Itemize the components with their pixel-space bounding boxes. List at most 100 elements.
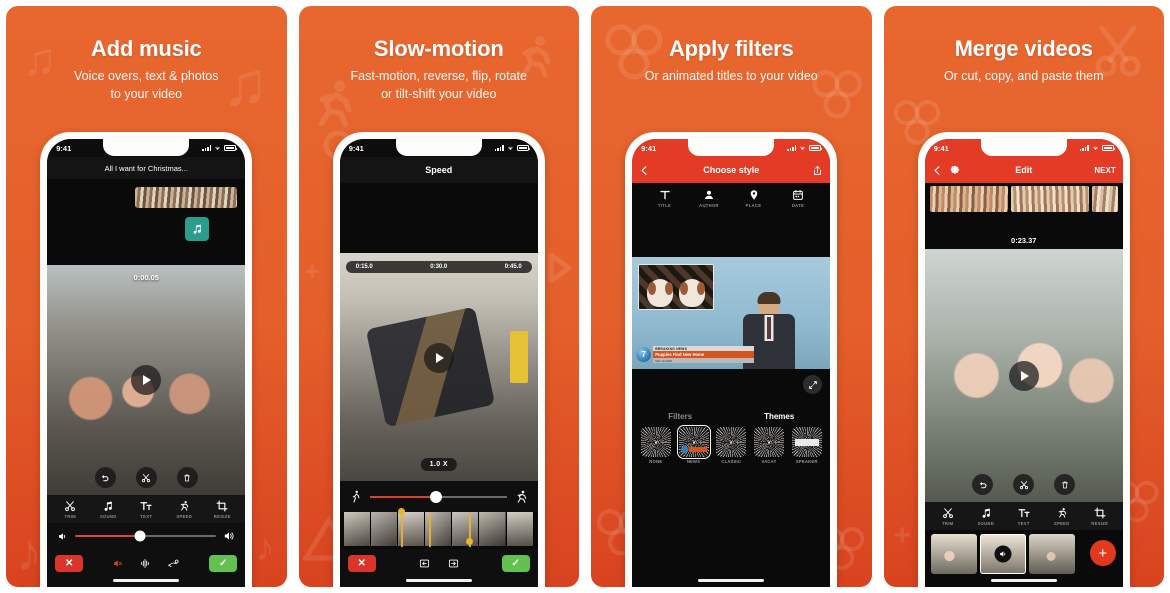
tool-label: SPEED bbox=[176, 514, 193, 520]
cut-button[interactable] bbox=[135, 467, 157, 489]
home-indicator-area bbox=[924, 576, 1123, 587]
video-preview[interactable]: 0:00.05 bbox=[47, 265, 246, 496]
expand-button[interactable] bbox=[803, 375, 823, 394]
tool-resize[interactable]: RESIZE bbox=[1085, 507, 1115, 526]
tool-trim[interactable]: TRIM bbox=[933, 507, 963, 526]
video-track-clip[interactable] bbox=[135, 187, 238, 208]
fade-icon[interactable] bbox=[139, 558, 151, 569]
speed-track[interactable] bbox=[369, 490, 507, 503]
confirm-button[interactable]: ✓ bbox=[209, 555, 238, 573]
cancel-button[interactable]: ✕ bbox=[347, 555, 376, 573]
timecode: 0:23.37 bbox=[1011, 236, 1037, 245]
speed-slider-row[interactable] bbox=[339, 481, 538, 513]
inset-photo bbox=[638, 264, 715, 310]
tab-filters[interactable]: Filters bbox=[668, 412, 692, 421]
tool-text[interactable]: TEXT bbox=[1009, 507, 1039, 526]
style-tab-place[interactable]: PLACE bbox=[739, 189, 769, 208]
timecode: 0:00.05 bbox=[133, 273, 159, 282]
theme-none[interactable]: NONE bbox=[640, 427, 671, 464]
clip-thumbnail[interactable] bbox=[1028, 534, 1075, 575]
video-preview[interactable]: 1.0 X 0:15.0 0:30.0 0:45.0 bbox=[339, 253, 538, 482]
tool-label: RESIZE bbox=[1091, 521, 1109, 527]
tool-sound[interactable]: SOUND bbox=[971, 507, 1001, 526]
trim-right-icon[interactable] bbox=[447, 558, 460, 569]
tool-label: TRIM bbox=[64, 514, 76, 520]
timeline-clip[interactable] bbox=[1091, 186, 1118, 212]
speed-badge[interactable]: 1.0 X bbox=[420, 458, 457, 472]
nav-title: Choose style bbox=[703, 165, 760, 175]
music-note-icon bbox=[982, 509, 990, 519]
cancel-button[interactable]: ✕ bbox=[55, 555, 84, 573]
volume-mute-icon[interactable] bbox=[112, 558, 123, 569]
confirm-button[interactable]: ✓ bbox=[501, 555, 530, 573]
voiceover-icon[interactable] bbox=[167, 558, 180, 569]
theme-vacay[interactable]: VACAY bbox=[754, 427, 785, 464]
runner-icon bbox=[1058, 508, 1066, 518]
play-button[interactable] bbox=[1008, 360, 1039, 391]
style-tab-label: PLACE bbox=[745, 203, 762, 208]
volume-slider-row[interactable] bbox=[47, 523, 246, 550]
editor-toolbar: TRIM SOUND TEXT SPEED RESIZE bbox=[47, 495, 246, 524]
add-clip-button[interactable]: + bbox=[1089, 540, 1116, 567]
delete-button[interactable] bbox=[176, 467, 198, 489]
back-chevron-icon[interactable] bbox=[932, 165, 943, 176]
panel-heading: Add music Voice overs, text & photos to … bbox=[6, 6, 287, 104]
next-button[interactable]: NEXT bbox=[1094, 166, 1115, 175]
filmstrip-area[interactable] bbox=[339, 508, 538, 550]
undo-button[interactable] bbox=[972, 474, 994, 496]
tool-label: SOUND bbox=[977, 521, 995, 527]
wifi-icon bbox=[507, 146, 513, 150]
speed-knob[interactable] bbox=[429, 490, 442, 503]
theme-classic[interactable]: CLASSIC bbox=[716, 427, 747, 464]
clip-thumbnail[interactable] bbox=[930, 534, 977, 575]
tool-resize[interactable]: RESIZE bbox=[207, 500, 237, 519]
app-store-screenshot-gallery: ♫ ♫ ♪ ♪ Add music Voice overs, text & ph… bbox=[0, 0, 1170, 593]
video-preview[interactable] bbox=[924, 249, 1123, 503]
filmstrip[interactable] bbox=[343, 512, 534, 547]
timeline-area[interactable] bbox=[47, 179, 246, 265]
panel-heading: Apply filters Or animated titles to your… bbox=[591, 6, 872, 86]
play-button[interactable] bbox=[423, 343, 454, 374]
style-tab-label: AUTHOR bbox=[699, 203, 719, 208]
volume-knob[interactable] bbox=[134, 530, 146, 542]
timeline-clip-strip[interactable] bbox=[924, 183, 1123, 215]
tool-sound[interactable]: SOUND bbox=[93, 500, 123, 519]
undo-button[interactable] bbox=[94, 467, 116, 489]
panel-slow-motion: + Slow-motion Fast-motion, reverse, flip… bbox=[298, 6, 579, 587]
clip-mute-badge[interactable] bbox=[994, 545, 1012, 563]
person-icon bbox=[704, 190, 714, 200]
volume-track[interactable] bbox=[75, 530, 217, 542]
style-tab-label: DATE bbox=[791, 203, 805, 208]
theme-speaker[interactable]: SPEAKER bbox=[791, 427, 822, 464]
back-button[interactable] bbox=[639, 165, 650, 176]
clip-actions bbox=[925, 474, 1123, 496]
canvas-area[interactable] bbox=[632, 369, 831, 407]
tool-trim[interactable]: TRIM bbox=[55, 500, 85, 519]
crop-icon bbox=[216, 500, 228, 512]
tool-text[interactable]: TEXT bbox=[131, 500, 161, 519]
timeline-clip[interactable] bbox=[929, 186, 1008, 212]
clip-thumbnail-selected[interactable] bbox=[979, 534, 1026, 575]
play-triangle-deco-icon bbox=[547, 251, 573, 285]
trim-left-icon[interactable] bbox=[418, 558, 431, 569]
play-button[interactable] bbox=[131, 365, 162, 396]
style-tab-author[interactable]: AUTHOR bbox=[694, 189, 724, 208]
tool-speed[interactable]: SPEED bbox=[1047, 507, 1077, 526]
timeline-area[interactable] bbox=[339, 183, 538, 253]
tab-themes[interactable]: Themes bbox=[764, 412, 794, 421]
style-tab-date[interactable]: DATE bbox=[783, 189, 813, 208]
video-preview[interactable]: 7 BREAKING NEWS Puppies Find New Home Ma… bbox=[632, 257, 831, 369]
delete-button[interactable] bbox=[1054, 474, 1076, 496]
status-time: 9:41 bbox=[641, 143, 657, 153]
tool-speed[interactable]: SPEED bbox=[169, 500, 199, 519]
style-tab-title[interactable]: TITLE bbox=[650, 189, 680, 208]
timeline-clip[interactable] bbox=[1010, 186, 1089, 212]
tool-label: TEXT bbox=[1017, 521, 1030, 527]
share-button[interactable] bbox=[812, 165, 823, 176]
audio-clip-chip[interactable] bbox=[185, 217, 210, 241]
gear-icon[interactable] bbox=[950, 165, 961, 176]
theme-news[interactable]: NEWS bbox=[676, 425, 711, 464]
undo-icon bbox=[979, 481, 987, 489]
cut-button[interactable] bbox=[1013, 474, 1035, 496]
home-indicator bbox=[113, 579, 180, 582]
